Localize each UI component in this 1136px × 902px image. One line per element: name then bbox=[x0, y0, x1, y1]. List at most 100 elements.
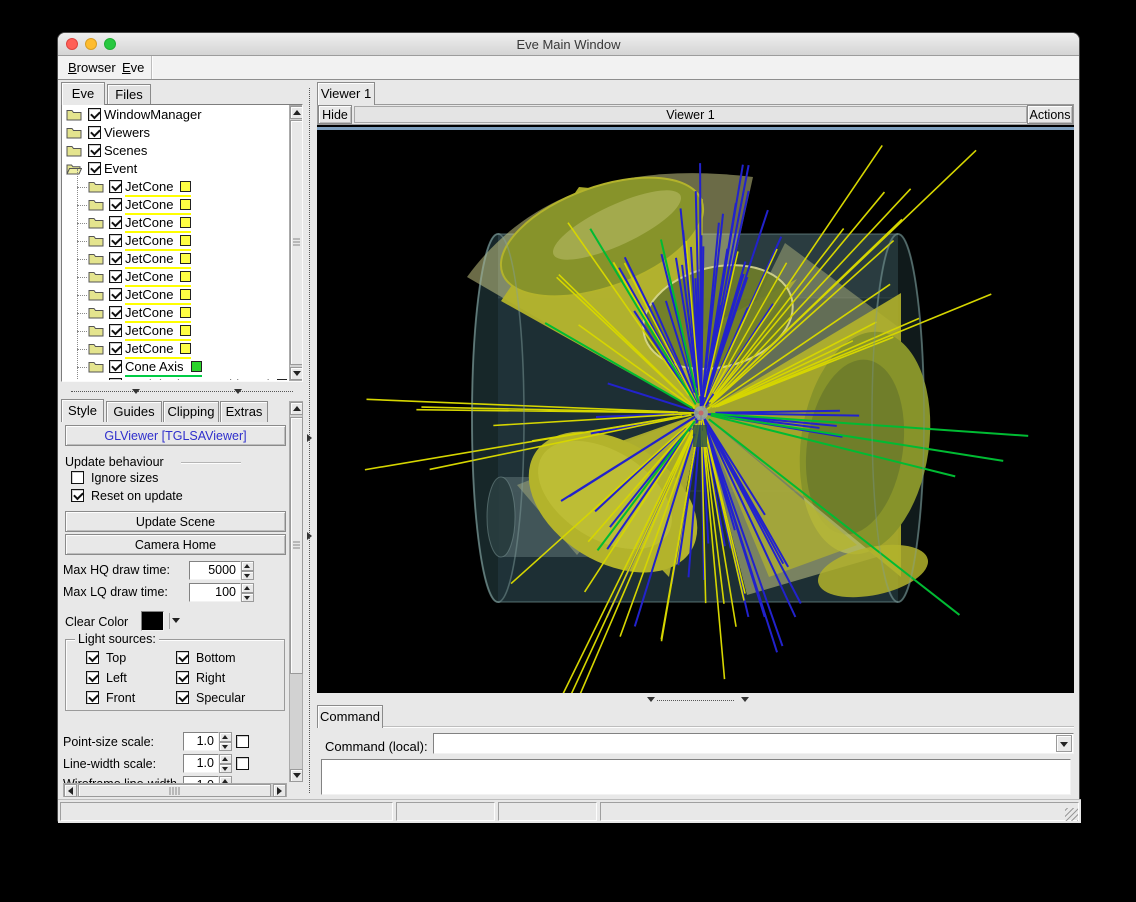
tree-item[interactable]: WindowManager bbox=[63, 106, 287, 124]
point-size-input[interactable]: 1.0 bbox=[183, 732, 219, 751]
scroll-thumb[interactable] bbox=[290, 417, 303, 674]
tree-item[interactable]: JetCone bbox=[63, 268, 287, 286]
style-hscrollbar[interactable] bbox=[63, 783, 287, 797]
tree-item[interactable]: JetCone bbox=[63, 250, 287, 268]
tab-guides[interactable]: Guides bbox=[106, 401, 162, 422]
max-hq-stepper[interactable] bbox=[241, 561, 254, 580]
tree-item[interactable]: Viewers bbox=[63, 124, 287, 142]
light-left-checkbox[interactable] bbox=[86, 671, 99, 684]
tree-item[interactable]: JetCone bbox=[63, 304, 287, 322]
max-lq-stepper[interactable] bbox=[241, 583, 254, 602]
camera-home-button[interactable]: Camera Home bbox=[65, 534, 286, 555]
wireframe-input[interactable]: 1.0 bbox=[183, 776, 219, 783]
tree-item-checkbox[interactable] bbox=[109, 270, 122, 283]
scroll-right-button[interactable] bbox=[273, 784, 286, 797]
command-combobox[interactable] bbox=[433, 733, 1074, 754]
menu-browser[interactable]: Browser bbox=[62, 56, 122, 79]
tree-item[interactable]: JetCone bbox=[63, 340, 287, 358]
max-lq-input[interactable]: 100 bbox=[189, 583, 241, 602]
viewer-command-splitter[interactable] bbox=[317, 693, 1074, 707]
update-scene-button[interactable]: Update Scene bbox=[65, 511, 286, 532]
tree-item[interactable]: JetCone bbox=[63, 178, 287, 196]
tree-item-checkbox[interactable] bbox=[109, 360, 122, 373]
tree-item[interactable]: StraightLinesEtaPhiSeed bbox=[63, 376, 287, 380]
wireframe-stepper[interactable] bbox=[219, 776, 232, 783]
tree-item-label[interactable]: JetCone bbox=[125, 179, 191, 197]
tree-item-checkbox[interactable] bbox=[88, 144, 101, 157]
point-size-checkbox[interactable] bbox=[236, 735, 249, 748]
actions-button[interactable]: Actions bbox=[1027, 105, 1073, 124]
scroll-left-button[interactable] bbox=[64, 784, 77, 797]
tab-extras[interactable]: Extras bbox=[220, 401, 268, 422]
tree-item[interactable]: Scenes bbox=[63, 142, 287, 160]
combo-dropdown-button[interactable] bbox=[1056, 735, 1072, 752]
tree-item-checkbox[interactable] bbox=[109, 378, 122, 380]
tree-item-label[interactable]: JetCone bbox=[125, 197, 191, 215]
tree-scrollbar[interactable] bbox=[289, 105, 303, 381]
gl-viewport[interactable] bbox=[317, 125, 1074, 693]
panel-splitter[interactable] bbox=[306, 82, 314, 799]
tree-item-checkbox[interactable] bbox=[109, 306, 122, 319]
tree-item-checkbox[interactable] bbox=[88, 126, 101, 139]
tree-item-label[interactable]: JetCone bbox=[125, 215, 191, 233]
tree-item-checkbox[interactable] bbox=[109, 216, 122, 229]
tree-item-label[interactable]: Event bbox=[104, 161, 137, 177]
tree-item-label[interactable]: Scenes bbox=[104, 143, 147, 159]
tab-eve[interactable]: Eve bbox=[61, 82, 105, 105]
reset-on-update-checkbox[interactable] bbox=[71, 489, 84, 502]
menu-eve[interactable]: Eve bbox=[116, 56, 150, 79]
ignore-sizes-checkbox[interactable] bbox=[71, 471, 84, 484]
tree-item-checkbox[interactable] bbox=[109, 180, 122, 193]
tree-item-label[interactable]: JetCone bbox=[125, 341, 191, 359]
tree-item-checkbox[interactable] bbox=[109, 198, 122, 211]
scroll-up-button[interactable] bbox=[290, 402, 303, 415]
line-width-input[interactable]: 1.0 bbox=[183, 754, 219, 773]
tree-item-label[interactable]: JetCone bbox=[125, 323, 191, 341]
tree-item[interactable]: JetCone bbox=[63, 322, 287, 340]
tree-item-label[interactable]: JetCone bbox=[125, 287, 191, 305]
scroll-thumb[interactable] bbox=[78, 784, 271, 797]
scroll-down-button[interactable] bbox=[290, 769, 303, 782]
tree-item-checkbox[interactable] bbox=[109, 252, 122, 265]
glviewer-header-button[interactable]: GLViewer [TGLSAViewer] bbox=[65, 425, 286, 446]
tree-item[interactable]: JetCone bbox=[63, 196, 287, 214]
tree-item-label[interactable]: JetCone bbox=[125, 269, 191, 287]
tree-item-label[interactable]: Cone Axis bbox=[125, 359, 202, 377]
tree-item-label[interactable]: JetCone bbox=[125, 233, 191, 251]
command-input[interactable] bbox=[436, 735, 1053, 751]
max-hq-input[interactable]: 5000 bbox=[189, 561, 241, 580]
tab-clipping[interactable]: Clipping bbox=[163, 401, 219, 422]
style-scrollbar[interactable] bbox=[289, 401, 303, 782]
tree-item-checkbox[interactable] bbox=[88, 108, 101, 121]
tree-item-checkbox[interactable] bbox=[109, 342, 122, 355]
tree-item[interactable]: JetCone bbox=[63, 232, 287, 250]
tree-style-splitter[interactable] bbox=[61, 384, 303, 398]
light-specular-checkbox[interactable] bbox=[176, 691, 189, 704]
light-right-checkbox[interactable] bbox=[176, 671, 189, 684]
tree-item-label[interactable]: StraightLinesEtaPhiSeed bbox=[125, 377, 287, 380]
clear-color-swatch[interactable] bbox=[141, 611, 164, 631]
line-width-checkbox[interactable] bbox=[236, 757, 249, 770]
tab-viewer-1[interactable]: Viewer 1 bbox=[317, 82, 375, 105]
tree-item-label[interactable]: WindowManager bbox=[104, 107, 202, 123]
hide-button[interactable]: Hide bbox=[318, 105, 352, 124]
point-size-stepper[interactable] bbox=[219, 732, 232, 751]
clear-color-dropdown[interactable] bbox=[169, 613, 183, 629]
scroll-down-button[interactable] bbox=[290, 367, 303, 380]
command-output[interactable] bbox=[321, 759, 1071, 795]
tab-files[interactable]: Files bbox=[107, 84, 151, 105]
tree-item-label[interactable]: JetCone bbox=[125, 251, 191, 269]
light-front-checkbox[interactable] bbox=[86, 691, 99, 704]
tree-item[interactable]: JetCone bbox=[63, 286, 287, 304]
line-width-stepper[interactable] bbox=[219, 754, 232, 773]
tree-item[interactable]: Cone Axis bbox=[63, 358, 287, 376]
tree-item-label[interactable]: Viewers bbox=[104, 125, 150, 141]
titlebar[interactable]: Eve Main Window bbox=[58, 33, 1079, 56]
tree-item-checkbox[interactable] bbox=[88, 162, 101, 175]
tab-style[interactable]: Style bbox=[61, 399, 104, 422]
scroll-thumb[interactable] bbox=[290, 120, 303, 365]
scroll-up-button[interactable] bbox=[290, 106, 303, 119]
tree-item-label[interactable]: JetCone bbox=[125, 305, 191, 323]
light-top-checkbox[interactable] bbox=[86, 651, 99, 664]
light-bottom-checkbox[interactable] bbox=[176, 651, 189, 664]
